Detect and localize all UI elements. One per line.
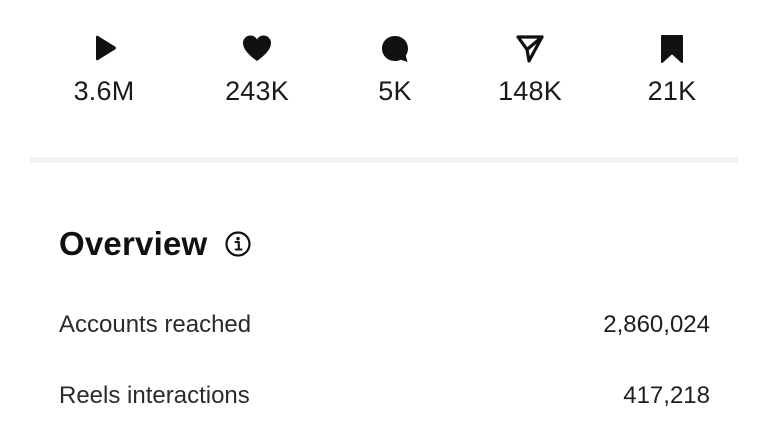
play-icon (44, 34, 164, 70)
comment-icon (335, 34, 455, 70)
section-divider (30, 157, 738, 163)
reels-interactions-row[interactable]: Reels interactions 417,218 (59, 378, 710, 414)
plays-stat[interactable]: 3.6M (44, 30, 164, 107)
saves-count: 21K (647, 76, 697, 106)
reels-interactions-label: Reels interactions (59, 382, 250, 409)
accounts-reached-value: 2,860,024 (603, 311, 710, 338)
info-icon[interactable] (224, 230, 252, 258)
bookmark-icon (612, 34, 732, 70)
reels-interactions-value: 417,218 (623, 382, 710, 409)
shares-stat[interactable]: 148K (470, 30, 590, 107)
comments-count: 5K (378, 76, 412, 106)
plays-count: 3.6M (73, 76, 135, 106)
share-icon (470, 34, 590, 70)
likes-stat[interactable]: 243K (197, 30, 317, 107)
overview-title: Overview (59, 225, 208, 262)
accounts-reached-label: Accounts reached (59, 311, 252, 338)
likes-count: 243K (225, 76, 289, 106)
overview-header: Overview (59, 222, 252, 266)
shares-count: 148K (498, 76, 562, 106)
engagement-stats-row: 3.6M 243K 5K 148K 21K (0, 30, 768, 120)
accounts-reached-row[interactable]: Accounts reached 2,860,024 (59, 307, 710, 343)
heart-icon (197, 34, 317, 70)
comments-stat[interactable]: 5K (335, 30, 455, 107)
saves-stat[interactable]: 21K (612, 30, 732, 107)
